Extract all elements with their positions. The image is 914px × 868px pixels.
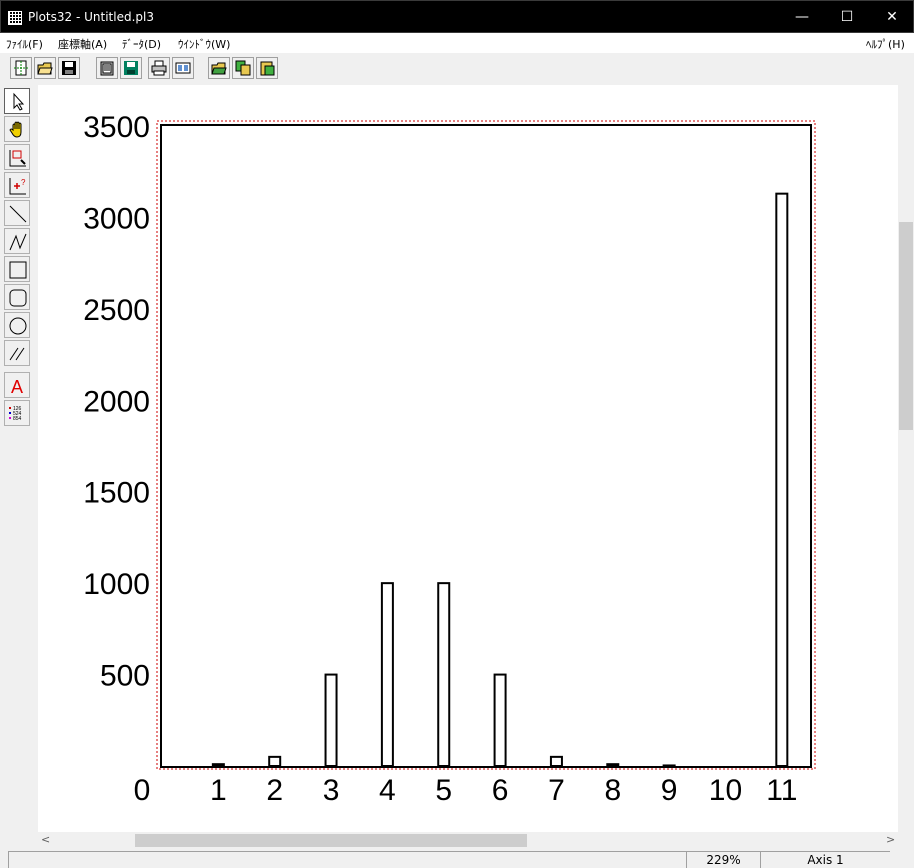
plot-frame[interactable] <box>160 124 812 768</box>
data-table-line-3: 854 <box>13 416 22 422</box>
arrow-pointer-icon[interactable] <box>4 88 30 114</box>
vertical-scrollbar[interactable] <box>898 85 914 832</box>
x-tick-label: 3 <box>323 774 340 807</box>
bar-5[interactable] <box>437 582 451 767</box>
toolbar <box>0 53 914 83</box>
y-tick-label: 3500 <box>83 111 150 144</box>
scroll-right-arrow[interactable]: > <box>886 833 895 846</box>
x-tick-label: 11 <box>766 774 797 807</box>
menu-bar: ﾌｧｲﾙ(F) 座標軸(A) ﾃﾞｰﾀ(D) ｳｲﾝﾄﾞｳ(W) ﾍﾙﾌﾟ(H) <box>0 33 914 53</box>
text-tool-icon[interactable]: A <box>4 372 30 398</box>
y-tick-labels: 500 1000 1500 2000 2500 3000 3500 <box>83 111 150 693</box>
add-point-icon[interactable]: ? <box>4 172 30 198</box>
selection-box <box>156 120 816 770</box>
x-tick-label: 10 <box>709 774 742 807</box>
horizontal-scroll-thumb[interactable] <box>135 834 527 847</box>
bar-chart: 500 1000 1500 2000 2500 3000 3500 0 1 2 3 4 5 6 7 8 9 10… <box>83 111 816 807</box>
bar-group <box>211 192 789 768</box>
minimize-button[interactable]: — <box>779 1 825 33</box>
print-icon[interactable] <box>148 57 170 79</box>
x-tick-label: 4 <box>379 774 396 807</box>
text-tool-glyph: A <box>11 377 23 396</box>
vertical-scroll-thumb[interactable] <box>899 222 913 430</box>
rounded-rect-tool-icon[interactable] <box>4 284 30 310</box>
bar-1[interactable] <box>211 763 225 768</box>
bar-7[interactable] <box>549 755 563 767</box>
x-tick-label: 6 <box>492 774 509 807</box>
svg-text:?: ? <box>21 178 26 187</box>
x-tick-label: 5 <box>435 774 452 807</box>
new-file-icon[interactable] <box>10 57 32 79</box>
window-title: Plots32 - Untitled.pl3 <box>28 10 154 24</box>
horizontal-scrollbar[interactable]: < > <box>38 832 898 849</box>
paste-plot-icon[interactable] <box>256 57 278 79</box>
x-tick-label: 2 <box>266 774 283 807</box>
y-tick-label: 1500 <box>83 477 150 510</box>
bar-9[interactable] <box>662 764 676 767</box>
save-green-icon[interactable] <box>120 57 142 79</box>
x-tick-label: 8 <box>604 774 621 807</box>
clipboard-icon[interactable] <box>96 57 118 79</box>
bar-4[interactable] <box>380 582 394 767</box>
x-tick-labels: 0 1 2 3 4 5 6 7 8 9 10 11 <box>134 774 798 807</box>
data-table-icon[interactable]: 126 524 854 <box>4 400 30 426</box>
menu-axis[interactable]: 座標軸(A) <box>58 36 107 52</box>
status-message-pane <box>8 851 686 868</box>
ellipse-tool-icon[interactable] <box>4 312 30 338</box>
open-folder-icon[interactable] <box>34 57 56 79</box>
zoom-box-icon[interactable] <box>4 144 30 170</box>
active-axis: Axis 1 <box>760 851 890 868</box>
status-bar: 229% Axis 1 <box>0 849 914 868</box>
zoom-level: 229% <box>686 851 760 868</box>
menu-file[interactable]: ﾌｧｲﾙ(F) <box>6 36 43 52</box>
y-tick-label: 2500 <box>83 294 150 327</box>
bar-11[interactable] <box>775 192 789 767</box>
bar-6[interactable] <box>493 673 507 767</box>
scroll-left-arrow[interactable]: < <box>41 833 50 846</box>
app-window: Plots32 - Untitled.pl3 — ☐ ✕ ﾌｧｲﾙ(F) 座標軸… <box>0 0 914 868</box>
maximize-button[interactable]: ☐ <box>824 1 870 33</box>
x-tick-label: 9 <box>661 774 678 807</box>
y-tick-label: 3000 <box>83 202 150 235</box>
view-data-icon[interactable] <box>172 57 194 79</box>
x-tick-label: 0 <box>134 774 151 807</box>
rectangle-tool-icon[interactable] <box>4 256 30 282</box>
copy-plot-icon[interactable] <box>232 57 254 79</box>
parallel-lines-tool-icon[interactable] <box>4 340 30 366</box>
save-icon[interactable] <box>58 57 80 79</box>
x-tick-label: 1 <box>210 774 227 807</box>
line-tool-icon[interactable] <box>4 200 30 226</box>
open-plot-icon[interactable] <box>208 57 230 79</box>
title-bar[interactable]: Plots32 - Untitled.pl3 — ☐ ✕ <box>0 0 914 33</box>
close-button[interactable]: ✕ <box>869 1 914 33</box>
polyline-tool-icon[interactable] <box>4 228 30 254</box>
app-icon <box>8 11 22 25</box>
bar-8[interactable] <box>606 763 620 768</box>
plot-canvas[interactable]: 500 1000 1500 2000 2500 3000 3500 0 1 2 3 4 5 6 7 8 9 10… <box>38 85 898 832</box>
menu-window[interactable]: ｳｲﾝﾄﾞｳ(W) <box>178 36 230 52</box>
menu-data[interactable]: ﾃﾞｰﾀ(D) <box>122 36 161 52</box>
menu-help[interactable]: ﾍﾙﾌﾟ(H) <box>866 36 905 52</box>
x-tick-label: 7 <box>548 774 565 807</box>
bar-2[interactable] <box>268 755 282 767</box>
bar-3[interactable] <box>324 673 338 767</box>
y-tick-label: 500 <box>100 660 150 693</box>
y-tick-label: 1000 <box>83 568 150 601</box>
hand-icon[interactable] <box>4 116 30 142</box>
y-tick-label: 2000 <box>83 385 150 418</box>
